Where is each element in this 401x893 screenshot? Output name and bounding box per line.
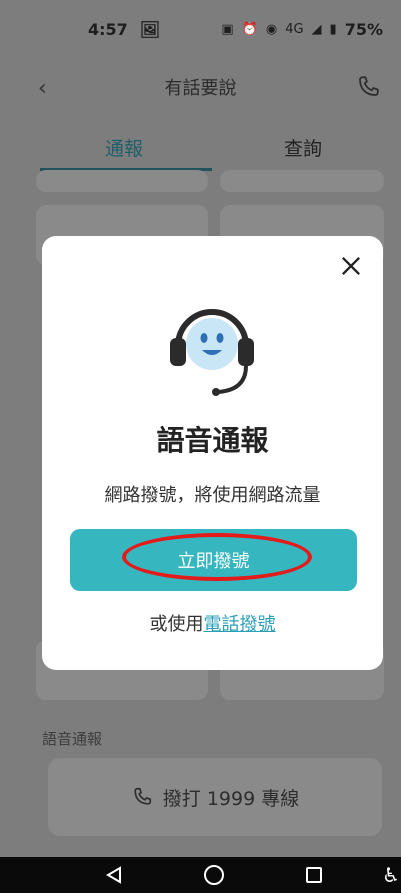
alarm-icon: ⏰ xyxy=(241,21,258,37)
status-icons: ▣ ⏰ ◉ 4G ◢ ▮ 75% xyxy=(221,20,383,39)
nav-home-icon[interactable] xyxy=(204,865,224,885)
alt-prefix: 或使用 xyxy=(149,614,204,635)
network-type: 4G xyxy=(285,21,304,37)
alternative-dial: 或使用電話撥號 xyxy=(42,610,383,636)
accessibility-icon[interactable]: ♿ xyxy=(382,863,400,887)
app-bar: ‹ 有話要說 xyxy=(0,58,401,122)
tab-query[interactable]: 查詢 xyxy=(284,134,322,161)
voice-report-dialog: 語音通報 網路撥號，將使用網路流量 立即撥號 或使用電話撥號 xyxy=(42,236,383,670)
phone-dial-link[interactable]: 電話撥號 xyxy=(204,614,276,635)
page-title: 有話要說 xyxy=(164,78,237,99)
vibrate-icon: ◉ xyxy=(265,21,278,37)
call-1999-label: 撥打 1999 專線 xyxy=(162,787,300,810)
category-card[interactable] xyxy=(36,170,208,192)
status-time: 4:57 xyxy=(88,19,128,39)
dialog-subtitle: 網路撥號，將使用網路流量 xyxy=(104,485,321,506)
battery-level: 75% xyxy=(344,19,383,39)
category-card[interactable] xyxy=(220,170,384,192)
close-icon[interactable] xyxy=(337,252,365,280)
headset-icon xyxy=(170,309,254,396)
status-bar: 4:57 🖼 ▣ ⏰ ◉ 4G ◢ ▮ 75% xyxy=(0,0,401,58)
dial-now-button[interactable]: 立即撥號 xyxy=(70,529,357,591)
call-1999-button[interactable]: 撥打 1999 專線 xyxy=(48,758,382,836)
nav-recents-icon[interactable] xyxy=(306,867,322,883)
phone-icon[interactable] xyxy=(355,74,381,100)
signal-icon: ◢ xyxy=(311,21,322,37)
dialog-title: 語音通報 xyxy=(156,424,269,457)
section-label-voice: 語音通報 xyxy=(42,730,103,748)
phone-icon xyxy=(134,787,151,805)
nav-back-icon[interactable] xyxy=(104,865,124,885)
battery-icon: ▮ xyxy=(329,21,337,37)
nfc-icon: ▣ xyxy=(221,21,234,37)
navigation-bar: ♿ xyxy=(0,857,401,893)
tab-report[interactable]: 通報 xyxy=(105,134,143,161)
image-notification-icon: 🖼 xyxy=(139,19,161,39)
tab-bar: 通報 查詢 xyxy=(0,122,401,172)
